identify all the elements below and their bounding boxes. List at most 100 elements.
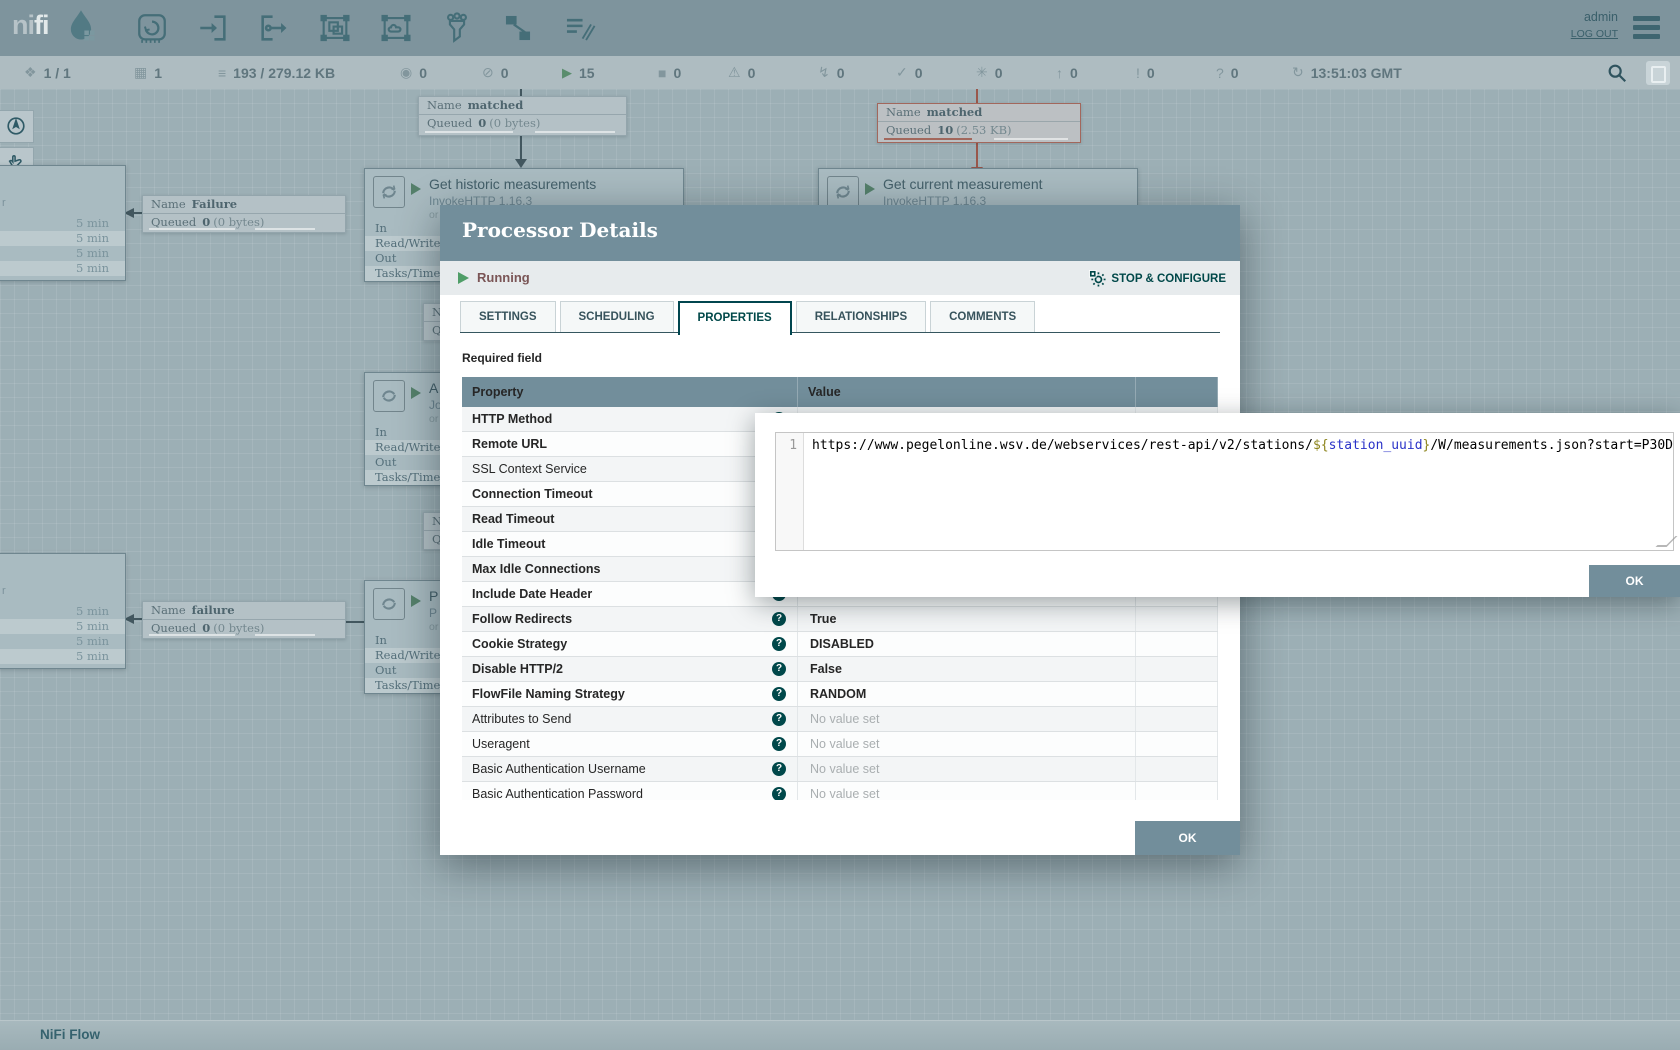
stat-value: 5 min <box>76 261 109 276</box>
table-row[interactable]: Attributes to Send?No value set <box>462 707 1218 732</box>
stat-label-out: Out <box>375 251 396 265</box>
table-row[interactable]: FlowFile Naming Strategy?RANDOM <box>462 682 1218 707</box>
output-port-icon[interactable] <box>257 11 291 45</box>
connection-label-matched[interactable]: Namematched Queued0(0 bytes) <box>418 96 627 136</box>
queue-indicator-bar <box>884 138 972 140</box>
stopped-icon: ■ <box>658 65 666 81</box>
connection-label-failure[interactable]: NameFailure Queued0(0 bytes) <box>142 195 346 233</box>
running-indicator-icon <box>411 595 421 607</box>
stat-value: 5 min <box>76 634 109 649</box>
help-icon[interactable]: ? <box>772 637 786 651</box>
invokehttp-icon <box>373 176 405 208</box>
refresh-status[interactable]: ↻13:51:03 GMT <box>1292 56 1402 89</box>
tab-divider <box>460 332 1220 333</box>
locally-modified-stale-icon: ! <box>1136 65 1140 81</box>
global-menu-icon[interactable] <box>1633 16 1660 43</box>
connection-line[interactable] <box>133 212 142 214</box>
property-value[interactable]: No value set <box>798 782 1136 800</box>
navigate-palette-button[interactable] <box>0 110 34 143</box>
footer-bar: NiFi Flow <box>0 1020 1680 1050</box>
stop-and-configure-button[interactable]: STOP & CONFIGURE <box>1089 270 1226 287</box>
processor-icon[interactable] <box>135 11 169 45</box>
line-number: 1 <box>789 438 797 453</box>
tab-comments[interactable]: COMMENTS <box>930 301 1035 333</box>
property-value[interactable]: DISABLED <box>798 632 1136 656</box>
table-row[interactable]: Follow Redirects?True <box>462 607 1218 632</box>
tab-scheduling[interactable]: SCHEDULING <box>560 301 674 333</box>
processor-title: Get current measurement <box>883 176 1043 192</box>
processor-offscreen-left-bottom[interactable]: r 5 min 5 min 5 min 5 min <box>0 553 126 669</box>
birdseye-toggle-icon[interactable] <box>1646 61 1670 85</box>
label-icon[interactable] <box>562 11 596 45</box>
dialog-title: Processor Details <box>462 218 658 242</box>
disabled-icon: ↯ <box>818 64 830 81</box>
property-value[interactable]: No value set <box>798 732 1136 756</box>
value-editor-code[interactable]: https://www.pegelonline.wsv.de/webservic… <box>804 433 1673 550</box>
table-row[interactable]: Cookie Strategy?DISABLED <box>462 632 1218 657</box>
locally-modified-stale-status: !0 <box>1136 56 1155 89</box>
editor-ok-button[interactable]: OK <box>1589 565 1680 597</box>
search-icon[interactable] <box>1606 62 1628 84</box>
nifi-logo: nifi <box>12 10 49 41</box>
table-row[interactable]: Basic Authentication Username?No value s… <box>462 757 1218 782</box>
actions-column-header <box>1136 377 1218 407</box>
logout-link[interactable]: LOG OUT <box>1498 28 1618 40</box>
url-text: /W/measurements.json?start=P30D <box>1430 438 1673 453</box>
stat-value: 5 min <box>76 246 109 261</box>
compass-icon <box>5 115 27 137</box>
running-status-icon <box>458 272 469 284</box>
help-icon[interactable]: ? <box>772 662 786 676</box>
connection-label-matched-queued[interactable]: Namematched Queued10(2.53 KB) <box>877 103 1081 143</box>
table-row[interactable]: Useragent? No value set <box>462 732 1218 757</box>
stat-value: 5 min <box>76 216 109 231</box>
processor-offscreen-left-top[interactable]: r 5 min 5 min 5 min 5 min <box>0 165 126 281</box>
queue-indicator-bar <box>255 634 315 636</box>
breadcrumb[interactable]: NiFi Flow <box>40 1027 100 1042</box>
connection-name: matched <box>468 98 524 112</box>
refresh-icon[interactable]: ↻ <box>1292 64 1304 81</box>
connection-line[interactable] <box>133 618 142 620</box>
help-icon[interactable]: ? <box>772 787 786 800</box>
help-icon[interactable]: ? <box>772 687 786 701</box>
funnel-icon[interactable] <box>440 11 474 45</box>
dialog-status-row: Running STOP & CONFIGURE <box>440 261 1240 295</box>
dialog-ok-button[interactable]: OK <box>1135 821 1240 855</box>
value-editor-textarea[interactable]: 1 https://www.pegelonline.wsv.de/webserv… <box>775 432 1674 551</box>
stat-label-read-write: Read/Write <box>375 236 440 250</box>
disabled-status: ↯0 <box>818 56 845 89</box>
processor-vendor: or <box>429 413 438 425</box>
property-value[interactable]: False <box>798 657 1136 681</box>
process-group-icon[interactable] <box>318 11 352 45</box>
queued-count: 0 <box>202 215 210 229</box>
queue-indicator-bar <box>535 131 615 133</box>
property-value[interactable]: RANDOM <box>798 682 1136 706</box>
value-column-header: Value <box>798 377 1136 407</box>
template-icon[interactable] <box>501 11 535 45</box>
tab-settings[interactable]: SETTINGS <box>460 301 556 333</box>
stat-label-tasks-time: Tasks/Time <box>375 266 440 280</box>
property-name: Useragent <box>472 737 530 751</box>
property-name: SSL Context Service <box>472 462 587 476</box>
property-value[interactable]: No value set <box>798 757 1136 781</box>
invokehttp-icon <box>827 176 859 208</box>
tab-relationships[interactable]: RELATIONSHIPS <box>796 301 926 333</box>
remote-process-group-icon[interactable] <box>379 11 413 45</box>
queued-count: 0 <box>202 621 210 635</box>
help-icon[interactable]: ? <box>772 612 786 626</box>
stopped-status: ■0 <box>658 56 681 89</box>
property-column-header: Property <box>462 377 798 407</box>
connection-line[interactable] <box>344 621 364 623</box>
table-row[interactable]: Basic Authentication Password?No value s… <box>462 782 1218 800</box>
help-icon[interactable]: ? <box>772 712 786 726</box>
table-row[interactable]: Disable HTTP/2?False <box>462 657 1218 682</box>
stat-value: 5 min <box>76 619 109 634</box>
property-value[interactable]: No value set <box>798 707 1136 731</box>
help-icon[interactable]: ? <box>772 762 786 776</box>
property-value[interactable]: True <box>798 607 1136 631</box>
connection-label-failure-2[interactable]: Namefailure Queued0(0 bytes) <box>142 601 346 639</box>
dialog-header: Processor Details <box>440 205 1240 261</box>
input-port-icon[interactable] <box>196 11 230 45</box>
tab-properties[interactable]: PROPERTIES <box>678 301 792 335</box>
stop-configure-label: STOP & CONFIGURE <box>1111 273 1226 285</box>
help-icon[interactable]: ? <box>772 737 786 751</box>
